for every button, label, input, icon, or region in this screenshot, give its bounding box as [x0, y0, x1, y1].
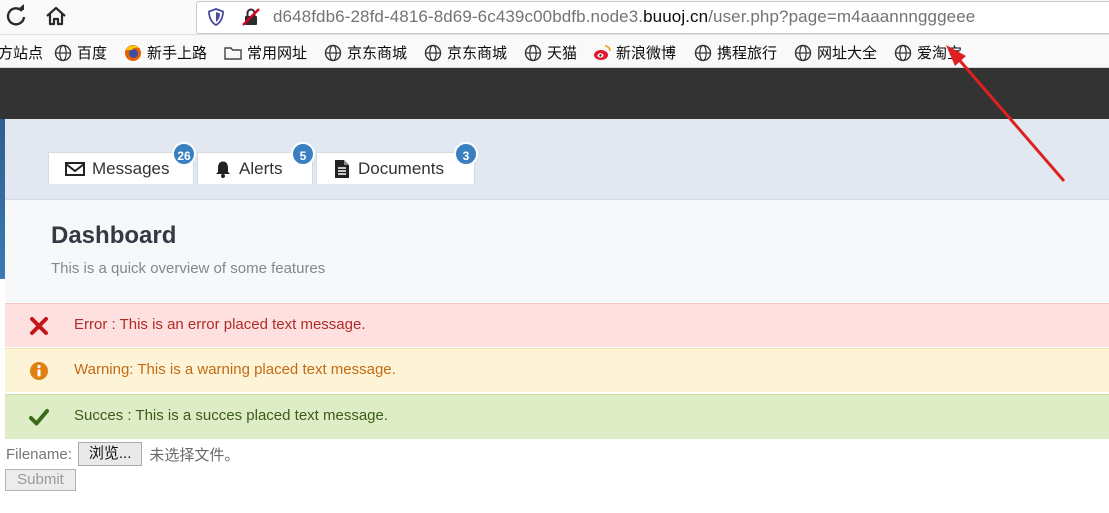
upload-form: Filename: 浏览... 未选择文件。 [6, 442, 239, 466]
page-header: Dashboard This is a quick overview of so… [5, 200, 1109, 302]
globe-icon [894, 44, 912, 62]
bookmark-item[interactable]: 京东商城 [324, 42, 407, 63]
globe-icon [694, 44, 712, 62]
globe-icon [324, 44, 342, 62]
message-count-badge: 26 [172, 142, 196, 166]
check-icon [29, 407, 49, 427]
alert-count-badge: 5 [291, 142, 315, 166]
url-path: /user.php?page=m4aaannngggeee [708, 7, 976, 26]
firefox-icon [124, 44, 142, 62]
warning-message: Warning: This is a warning placed text m… [74, 361, 396, 378]
bell-icon [216, 161, 230, 178]
document-icon [335, 159, 349, 178]
bookmark-label: 百度 [77, 45, 108, 62]
bookmarks-toolbar: 方站点 百度 新手上路 常用网址 京东商城 京东商城 天猫 新浪微博 携程旅行 … [0, 35, 1109, 68]
globe-icon [524, 44, 542, 62]
tab-messages[interactable]: Messages 26 [48, 142, 196, 184]
bookmark-folder[interactable]: 常用网址 [224, 42, 307, 63]
info-icon [29, 361, 49, 381]
bookmark-item[interactable]: 爱淘宝 [894, 42, 962, 63]
bookmark-item[interactable]: 携程旅行 [694, 42, 777, 63]
bookmark-label: 天猫 [547, 45, 578, 62]
bookmark-label: 网址大全 [817, 45, 878, 62]
tab-label: Alerts [239, 158, 283, 178]
tab-label: Documents [358, 158, 444, 178]
insecure-lock-icon[interactable] [241, 7, 261, 27]
browse-button[interactable]: 浏览... [77, 442, 143, 466]
document-count-badge: 3 [454, 142, 478, 166]
bookmark-item[interactable]: 天猫 [524, 42, 577, 63]
home-icon[interactable] [42, 2, 70, 30]
address-bar[interactable]: d648fdb6-28fd-4816-8d69-6c439c00bdfb.nod… [196, 1, 1109, 34]
bookmark-label: 方站点 [0, 45, 44, 62]
url-prefix: d648fdb6-28fd-4816-8d69-6c439c00bdfb.nod… [273, 7, 644, 26]
bookmark-item[interactable]: 方站点 [0, 42, 43, 63]
reload-icon[interactable] [2, 2, 30, 30]
bookmark-item[interactable]: 京东商城 [424, 42, 507, 63]
bookmark-label: 新手上路 [147, 45, 208, 62]
url-text[interactable]: d648fdb6-28fd-4816-8d69-6c439c00bdfb.nod… [273, 7, 975, 27]
page-subtitle: This is a quick overview of some feature… [51, 260, 326, 277]
submit-button[interactable]: Submit [5, 469, 76, 491]
tracking-shield-icon[interactable] [207, 8, 225, 27]
filename-label: Filename: [6, 445, 72, 463]
globe-icon [54, 44, 72, 62]
url-domain: buuoj.cn [643, 7, 709, 26]
tab-alerts[interactable]: Alerts 5 [197, 142, 315, 184]
page-top-bar [0, 68, 1109, 119]
bookmark-item[interactable]: 网址大全 [794, 42, 877, 63]
globe-icon [794, 44, 812, 62]
globe-icon [424, 44, 442, 62]
folder-icon [224, 44, 242, 62]
error-message: Error : This is an error placed text mes… [74, 316, 366, 333]
close-x-icon [29, 316, 49, 336]
bookmark-label: 常用网址 [247, 45, 308, 62]
error-alert: Error : This is an error placed text mes… [5, 303, 1109, 347]
bookmark-label: 爱淘宝 [917, 45, 963, 62]
success-message: Succes : This is a succes placed text me… [74, 407, 389, 424]
bookmark-label: 新浪微博 [616, 45, 677, 62]
success-alert: Succes : This is a succes placed text me… [5, 394, 1109, 439]
browser-toolbar: d648fdb6-28fd-4816-8d69-6c439c00bdfb.nod… [0, 0, 1109, 35]
bookmark-item[interactable]: 新手上路 [124, 42, 207, 63]
bookmark-item[interactable]: 新浪微博 [593, 42, 676, 63]
bookmark-item[interactable]: 百度 [54, 42, 107, 63]
envelope-icon [65, 161, 85, 176]
tab-label: Messages [92, 158, 170, 178]
bookmark-label: 京东商城 [447, 45, 508, 62]
file-status: 未选择文件。 [149, 446, 240, 464]
bookmark-label: 携程旅行 [717, 45, 778, 62]
bookmark-label: 京东商城 [347, 45, 408, 62]
page-title: Dashboard [51, 222, 177, 249]
warning-alert: Warning: This is a warning placed text m… [5, 348, 1109, 392]
tab-documents[interactable]: Documents 3 [316, 142, 478, 184]
weibo-icon [593, 44, 611, 62]
